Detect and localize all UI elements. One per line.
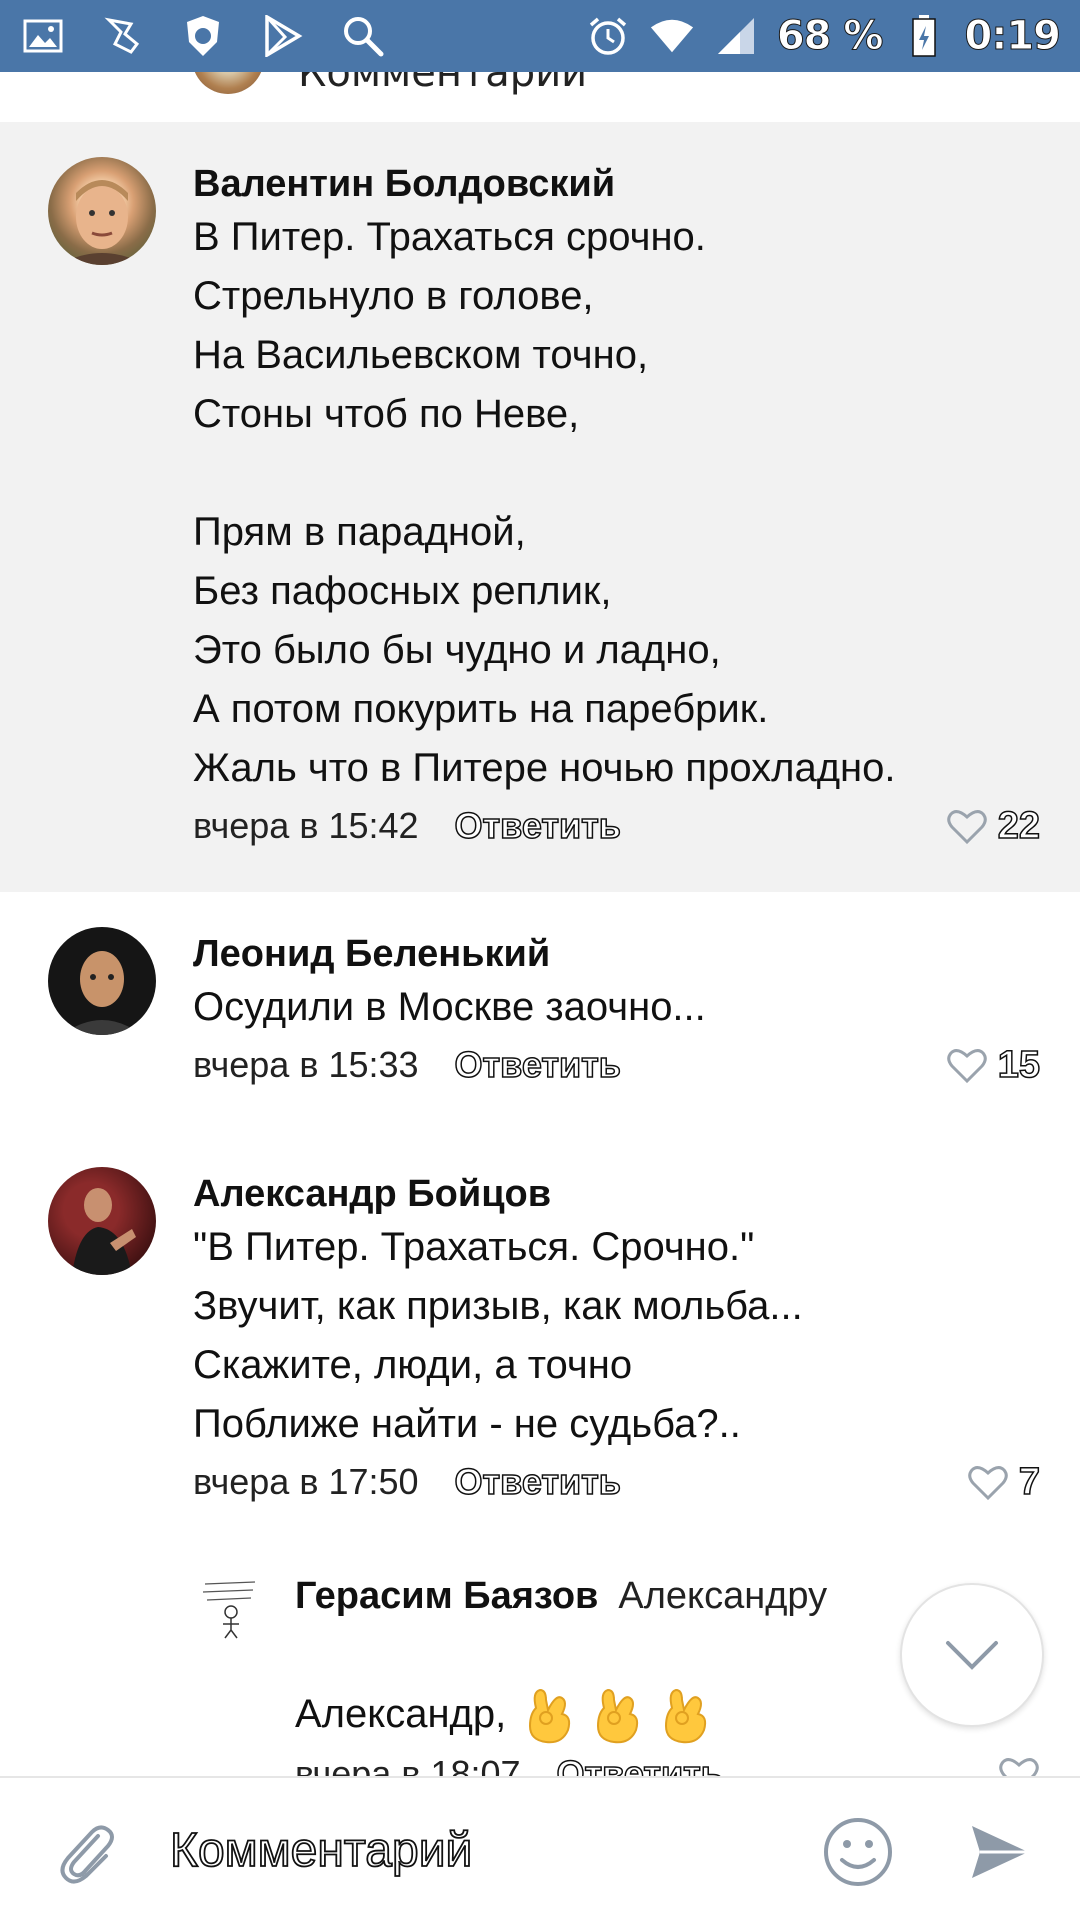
reply-button[interactable]: Ответить [454, 804, 622, 847]
comment-input[interactable] [170, 1808, 790, 1892]
paperclip-icon[interactable] [52, 1818, 122, 1888]
play-store-icon [260, 13, 306, 59]
ok-hand-emoji [597, 1689, 639, 1744]
status-bar: 68 % 0:19 [0, 0, 1080, 72]
avatar[interactable] [195, 1572, 265, 1642]
ok-hand-emoji [665, 1689, 707, 1744]
comment-time: вчера в 17:50 [193, 1461, 419, 1502]
ok-hand-emoji [529, 1689, 571, 1744]
comment-meta: вчера в 17:50 Ответить 7 [193, 1454, 1041, 1510]
antivirus-icon [180, 13, 226, 59]
like-count: 7 [1018, 1460, 1041, 1504]
comment-time: вчера в 15:42 [193, 805, 419, 846]
partial-header-text: Комментарий [298, 72, 588, 96]
comment-item: Александр Бойцов "В Питер. Трахаться. Ср… [0, 1132, 1080, 1532]
like-count: 15 [997, 1043, 1041, 1087]
comment-input-bar [0, 1776, 1080, 1920]
scrolled-post-header: Комментарий [0, 72, 1080, 122]
heart-icon [946, 810, 987, 845]
like-button[interactable]: 15 [946, 1043, 1041, 1087]
shield-app-icon [100, 13, 146, 59]
like-count: 22 [997, 804, 1041, 848]
like-button[interactable]: 7 [967, 1460, 1041, 1504]
gallery-icon [20, 13, 66, 59]
comment-author[interactable]: Александр Бойцов [193, 1170, 1040, 1218]
smiley-icon[interactable] [822, 1816, 894, 1888]
avatar[interactable] [48, 927, 156, 1035]
like-button[interactable]: 22 [946, 804, 1041, 848]
comment-time: вчера в 15:33 [193, 1044, 419, 1085]
alarm-icon [585, 13, 631, 59]
comment-author[interactable]: Герасим Баязов [295, 1575, 598, 1617]
avatar[interactable] [48, 1167, 156, 1275]
send-icon[interactable] [968, 1820, 1032, 1884]
comment-author[interactable]: Валентин Болдовский [193, 160, 1040, 208]
signal-icon [713, 13, 759, 59]
comment-item: Валентин Болдовский В Питер. Трахаться с… [0, 122, 1080, 892]
search-icon [340, 13, 386, 59]
wifi-icon [649, 13, 695, 59]
reply-button[interactable]: Ответить [454, 1043, 622, 1086]
reply-button[interactable]: Ответить [454, 1460, 622, 1503]
comment-meta: вчера в 15:33 Ответить 15 [193, 1037, 1041, 1093]
clock: 0:19 [964, 13, 1061, 60]
battery-percent: 68 % [776, 13, 884, 60]
reply-to-name[interactable]: Александру [618, 1575, 827, 1617]
heart-icon [946, 1049, 987, 1084]
comment-author[interactable]: Леонид Беленький [193, 930, 1040, 978]
heart-icon [968, 1466, 1008, 1501]
comment-text: Осудили в Москве заочно... [193, 985, 706, 1029]
reply-text: Александр, [295, 1692, 507, 1736]
avatar[interactable] [192, 72, 264, 94]
chevron-down-icon [946, 1641, 998, 1670]
battery-charging-icon [901, 13, 947, 59]
comment-text: В Питер. Трахаться срочно. Стрельнуло в … [193, 215, 896, 790]
comment-text: "В Питер. Трахаться. Срочно." Звучит, ка… [193, 1225, 803, 1446]
comment-meta: вчера в 15:42 Ответить 22 [193, 798, 1041, 854]
scroll-down-button[interactable] [900, 1583, 1044, 1727]
avatar[interactable] [48, 157, 156, 265]
comment-item: Леонид Беленький Осудили в Москве заочно… [0, 892, 1080, 1132]
